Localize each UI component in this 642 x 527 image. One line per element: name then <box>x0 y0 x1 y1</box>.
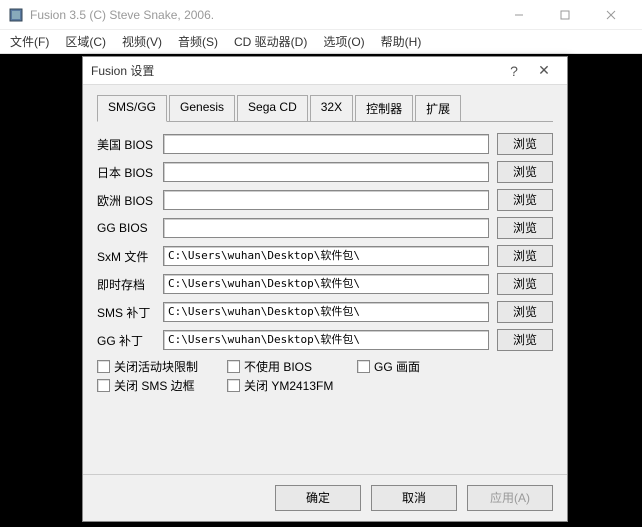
input-gg-patch[interactable]: C:\Users\wuhan\Desktop\软件包\ <box>163 330 489 350</box>
menu-file[interactable]: 文件(F) <box>4 31 55 52</box>
menubar: 文件(F) 区域(C) 视频(V) 音频(S) CD 驱动器(D) 选项(O) … <box>0 30 642 54</box>
dialog-body: SMS/GG Genesis Sega CD 32X 控制器 扩展 美国 BIO… <box>83 85 567 474</box>
app-icon <box>8 7 24 23</box>
tab-controller[interactable]: 控制器 <box>355 95 413 121</box>
label-us-bios: 美国 BIOS <box>97 136 163 153</box>
check-close-sms-border[interactable] <box>97 379 110 392</box>
maximize-button[interactable] <box>542 0 588 30</box>
dialog-help-button[interactable]: ? <box>499 63 529 79</box>
input-gg-bios[interactable] <box>163 218 489 238</box>
label-close-ym2413: 关闭 YM2413FM <box>244 377 333 394</box>
browse-gg-patch[interactable]: 浏览 <box>497 329 553 351</box>
browse-sxm[interactable]: 浏览 <box>497 245 553 267</box>
menu-cd[interactable]: CD 驱动器(D) <box>228 31 313 52</box>
check-close-ym2413[interactable] <box>227 379 240 392</box>
minimize-button[interactable] <box>496 0 542 30</box>
menu-options[interactable]: 选项(O) <box>317 31 370 52</box>
input-sms-patch[interactable]: C:\Users\wuhan\Desktop\软件包\ <box>163 302 489 322</box>
menu-video[interactable]: 视频(V) <box>116 31 168 52</box>
apply-button[interactable]: 应用(A) <box>467 485 553 511</box>
close-button[interactable] <box>588 0 634 30</box>
label-close-sms-border: 关闭 SMS 边框 <box>114 377 195 394</box>
label-close-active-limit: 关闭活动块限制 <box>114 358 198 375</box>
checkbox-group: 关闭活动块限制 不使用 BIOS GG 画面 关闭 SMS 边框 关闭 YM24… <box>97 358 553 396</box>
menu-audio[interactable]: 音频(S) <box>172 31 224 52</box>
browse-jp-bios[interactable]: 浏览 <box>497 161 553 183</box>
menu-help[interactable]: 帮助(H) <box>375 31 428 52</box>
label-jp-bios: 日本 BIOS <box>97 164 163 181</box>
dialog-buttons: 确定 取消 应用(A) <box>83 474 567 521</box>
browse-eu-bios[interactable]: 浏览 <box>497 189 553 211</box>
label-gg-screen: GG 画面 <box>374 358 420 375</box>
input-sxm[interactable]: C:\Users\wuhan\Desktop\软件包\ <box>163 246 489 266</box>
label-gg-bios: GG BIOS <box>97 221 163 235</box>
tab-genesis[interactable]: Genesis <box>169 95 235 121</box>
dialog-title: Fusion 设置 <box>91 62 499 79</box>
tab-strip: SMS/GG Genesis Sega CD 32X 控制器 扩展 <box>97 95 553 122</box>
tab-smsgg[interactable]: SMS/GG <box>97 95 167 122</box>
ok-button[interactable]: 确定 <box>275 485 361 511</box>
tab-segacd[interactable]: Sega CD <box>237 95 308 121</box>
menu-region[interactable]: 区域(C) <box>59 31 112 52</box>
window-controls <box>496 0 634 30</box>
window-title: Fusion 3.5 (C) Steve Snake, 2006. <box>30 8 496 22</box>
check-gg-screen[interactable] <box>357 360 370 373</box>
dialog-close-button[interactable]: ✕ <box>529 62 559 79</box>
titlebar: Fusion 3.5 (C) Steve Snake, 2006. <box>0 0 642 30</box>
browse-sms-patch[interactable]: 浏览 <box>497 301 553 323</box>
check-no-bios[interactable] <box>227 360 240 373</box>
label-sms-patch: SMS 补丁 <box>97 304 163 321</box>
input-jp-bios[interactable] <box>163 162 489 182</box>
tab-extend[interactable]: 扩展 <box>415 95 461 121</box>
cancel-button[interactable]: 取消 <box>371 485 457 511</box>
label-sxm: SxM 文件 <box>97 248 163 265</box>
label-no-bios: 不使用 BIOS <box>244 358 312 375</box>
settings-dialog: Fusion 设置 ? ✕ SMS/GG Genesis Sega CD 32X… <box>82 56 568 522</box>
input-us-bios[interactable] <box>163 134 489 154</box>
browse-gg-bios[interactable]: 浏览 <box>497 217 553 239</box>
browse-save[interactable]: 浏览 <box>497 273 553 295</box>
input-eu-bios[interactable] <box>163 190 489 210</box>
dialog-titlebar: Fusion 设置 ? ✕ <box>83 57 567 85</box>
check-close-active-limit[interactable] <box>97 360 110 373</box>
browse-us-bios[interactable]: 浏览 <box>497 133 553 155</box>
client-area: Fusion 设置 ? ✕ SMS/GG Genesis Sega CD 32X… <box>0 54 642 527</box>
label-eu-bios: 欧洲 BIOS <box>97 192 163 209</box>
label-save: 即时存档 <box>97 276 163 293</box>
tab-32x[interactable]: 32X <box>310 95 353 121</box>
input-save[interactable]: C:\Users\wuhan\Desktop\软件包\ <box>163 274 489 294</box>
label-gg-patch: GG 补丁 <box>97 332 163 349</box>
